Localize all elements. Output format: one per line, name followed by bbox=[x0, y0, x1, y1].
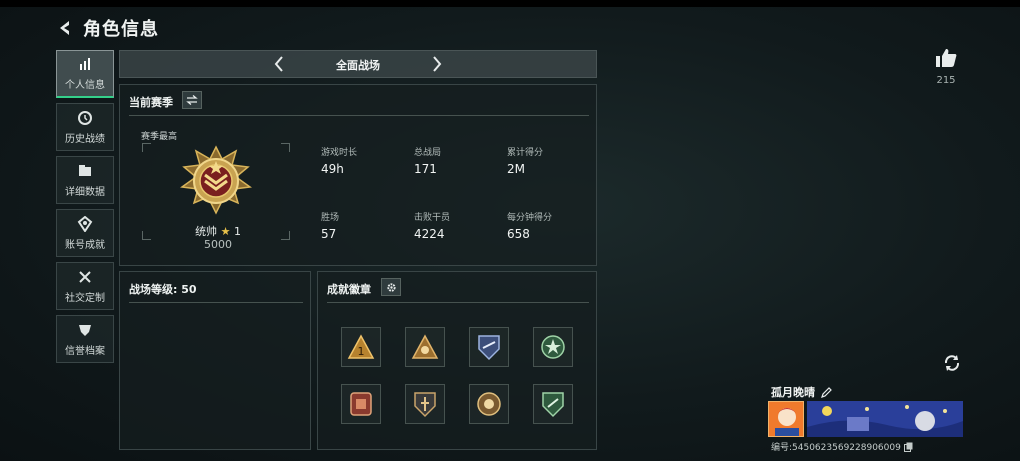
rank-name: 统帅 bbox=[195, 225, 218, 238]
svg-text:1: 1 bbox=[358, 345, 365, 358]
sidebar-item-social-custom[interactable]: 社交定制 bbox=[56, 262, 114, 310]
stat-label: 累计得分 bbox=[507, 148, 544, 158]
triangle-emblem-icon bbox=[411, 334, 439, 359]
sidebar-item-label: 社交定制 bbox=[65, 292, 105, 304]
profile-banner bbox=[807, 401, 963, 437]
avatar[interactable] bbox=[768, 401, 804, 437]
achievement-badge[interactable] bbox=[405, 384, 445, 424]
stat-label: 每分钟得分 bbox=[507, 213, 553, 223]
refresh-button[interactable] bbox=[941, 352, 963, 374]
shield-icon bbox=[79, 324, 91, 336]
back-button[interactable]: 角色信息 bbox=[55, 15, 159, 41]
achievement-badge[interactable] bbox=[341, 384, 381, 424]
rank-name-row: 统帅 ★ 1 bbox=[188, 223, 248, 239]
triangle-badge-icon: 1 bbox=[347, 334, 375, 359]
stat-label: 胜场 bbox=[321, 213, 340, 223]
divider bbox=[327, 302, 589, 303]
swap-icon bbox=[186, 95, 198, 105]
folder-icon bbox=[79, 164, 91, 176]
mode-label: 全面战场 bbox=[336, 59, 380, 72]
season-title: 当前赛季 bbox=[129, 96, 173, 109]
back-arrow-icon bbox=[60, 21, 69, 35]
stat-value: 4224 bbox=[414, 227, 445, 241]
page-title: 角色信息 bbox=[83, 19, 159, 40]
like-widget[interactable]: 215 bbox=[926, 48, 966, 86]
season-switch-button[interactable] bbox=[182, 91, 202, 109]
sidebar-item-label: 账号成就 bbox=[65, 239, 105, 251]
battle-level-label: 战场等级: 50 bbox=[129, 283, 197, 296]
stat-value: 171 bbox=[414, 162, 437, 176]
frame-corner bbox=[142, 231, 151, 240]
profile-id: 编号:5450623569228906009 bbox=[771, 443, 901, 453]
achievement-settings-button[interactable] bbox=[381, 278, 401, 296]
stat-value: 57 bbox=[321, 227, 337, 241]
avatar-image-icon bbox=[769, 402, 803, 436]
medal-icon bbox=[77, 215, 93, 232]
sidebar-item-label: 个人信息 bbox=[65, 80, 105, 91]
copy-icon[interactable] bbox=[903, 442, 913, 452]
edit-pencil-icon[interactable] bbox=[821, 386, 832, 398]
sidebar-item-label: 历史战绩 bbox=[65, 133, 105, 145]
stat-label: 总战局 bbox=[414, 148, 442, 158]
blue-shield-badge-icon bbox=[478, 335, 500, 361]
stat-label: 击败干员 bbox=[414, 213, 451, 223]
starry-night-banner-icon bbox=[807, 401, 963, 437]
achievement-badge[interactable] bbox=[469, 384, 509, 424]
stat-value: 658 bbox=[507, 227, 530, 241]
achievements-panel: 成就徽章 1 bbox=[317, 271, 597, 450]
red-backpack-badge-icon bbox=[350, 392, 372, 416]
rank-star-icon: ★ bbox=[220, 225, 231, 238]
mode-selector: 全面战场 bbox=[119, 50, 597, 78]
sidebar-item-account-achievements[interactable]: 账号成就 bbox=[56, 209, 114, 257]
like-count: 215 bbox=[936, 75, 956, 86]
clock-icon bbox=[78, 110, 92, 125]
battle-level-panel: 战场等级: 50 bbox=[119, 271, 311, 450]
sidebar: 个人信息 历史战绩 详细数据 账号成就 社交定制 信誉档案 bbox=[56, 50, 114, 368]
tools-icon bbox=[79, 270, 91, 283]
frame-corner bbox=[281, 231, 290, 240]
rank-level: 1 bbox=[233, 225, 241, 238]
round-emblem-badge-icon bbox=[477, 392, 501, 416]
frame-corner bbox=[281, 143, 290, 152]
achievement-badge[interactable] bbox=[533, 384, 573, 424]
gear-icon bbox=[386, 282, 396, 292]
thumbs-up-icon bbox=[936, 49, 957, 67]
refresh-icon bbox=[944, 355, 960, 371]
achievement-badge[interactable]: 1 bbox=[341, 327, 381, 367]
achievement-badge[interactable] bbox=[533, 327, 573, 367]
profile-name: 孤月晚晴 bbox=[771, 386, 815, 399]
sidebar-item-personal-info[interactable]: 个人信息 bbox=[56, 50, 114, 98]
divider bbox=[129, 115, 589, 116]
divider bbox=[129, 302, 303, 303]
profile-id-row: 编号:5450623569228906009 bbox=[771, 440, 913, 453]
achievements-title: 成就徽章 bbox=[327, 283, 371, 296]
stat-label: 游戏时长 bbox=[321, 148, 358, 158]
season-panel: 当前赛季 赛季最高 统帅 ★ 1 5000 游戏时长 49h 总战局 171 累… bbox=[119, 84, 597, 266]
green-shield-badge-icon bbox=[542, 392, 564, 418]
rank-score: 5000 bbox=[204, 238, 232, 251]
season-best-label: 赛季最高 bbox=[141, 132, 178, 142]
bar-chart-icon bbox=[80, 58, 90, 70]
next-mode-button[interactable] bbox=[428, 54, 446, 74]
frame-corner bbox=[142, 143, 151, 152]
sidebar-item-detailed-data[interactable]: 详细数据 bbox=[56, 156, 114, 204]
sidebar-item-reputation[interactable]: 信誉档案 bbox=[56, 315, 114, 363]
dark-shield-badge-icon bbox=[414, 392, 436, 418]
top-bar bbox=[0, 0, 1020, 7]
stat-value: 49h bbox=[321, 162, 344, 176]
rank-emblem-icon bbox=[180, 145, 252, 215]
sidebar-item-history[interactable]: 历史战绩 bbox=[56, 103, 114, 151]
sidebar-item-label: 详细数据 bbox=[65, 186, 105, 198]
profile-name-row: 孤月晚晴 bbox=[771, 384, 832, 400]
stat-value: 2M bbox=[507, 162, 525, 176]
achievement-badge[interactable] bbox=[469, 327, 509, 367]
green-star-badge-icon bbox=[541, 335, 565, 359]
sidebar-item-label: 信誉档案 bbox=[65, 345, 105, 357]
achievement-badge[interactable] bbox=[405, 327, 445, 367]
